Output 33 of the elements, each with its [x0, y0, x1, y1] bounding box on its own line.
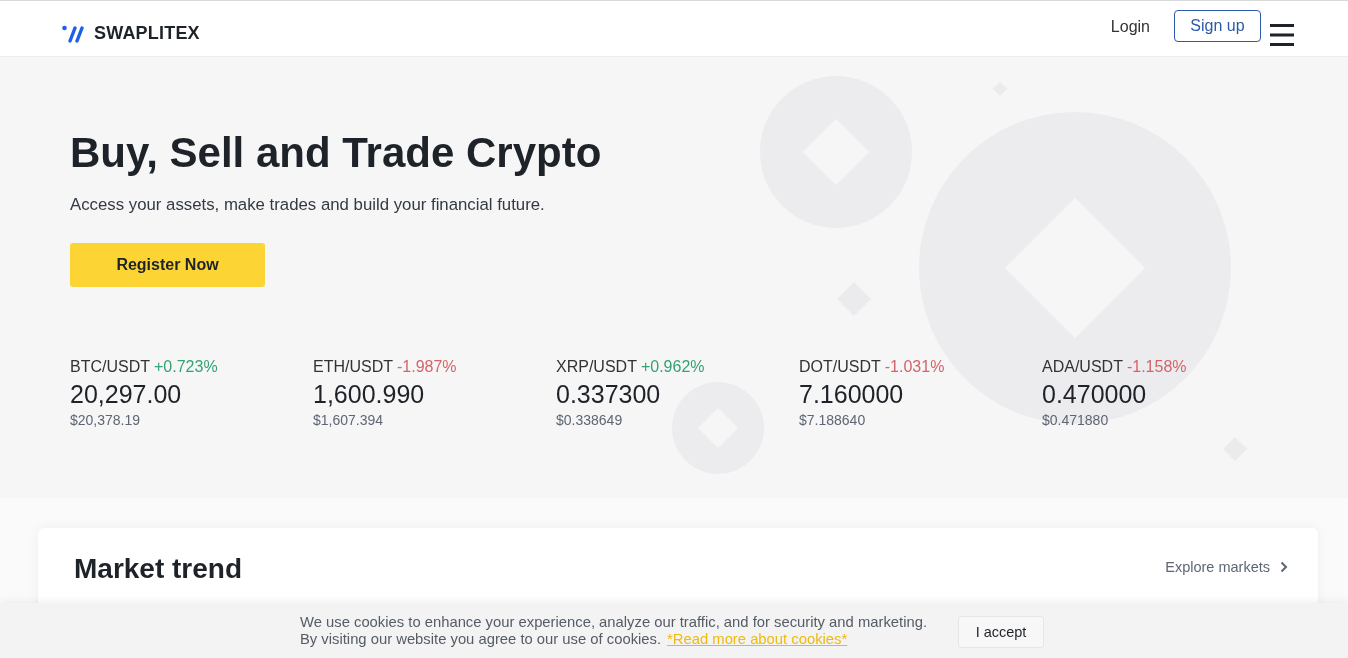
- price-change: +0.723%: [154, 357, 218, 377]
- pair-name: ADA/USDT: [1042, 357, 1123, 377]
- chevron-right-icon: [1280, 561, 1288, 573]
- accept-button[interactable]: I accept: [958, 615, 1044, 648]
- last-price: 20,297.00: [70, 379, 182, 409]
- hero-subtitle: Access your assets, make trades and build your financial future.: [70, 194, 545, 216]
- last-price: 0.337300: [556, 379, 661, 409]
- explore-markets-link[interactable]: Explore markets: [1165, 559, 1288, 575]
- pair-name: XRP/USDT: [556, 357, 637, 377]
- price-change: -1.031%: [884, 357, 945, 377]
- hero-title: Buy, Sell and Trade Crypto: [70, 129, 602, 177]
- login-link[interactable]: Login: [1110, 17, 1150, 36]
- price-change: -1.987%: [397, 357, 457, 377]
- price-change: +0.962%: [640, 357, 705, 377]
- usd-price: $0.338649: [556, 411, 623, 429]
- register-button[interactable]: Register Now: [70, 243, 265, 287]
- last-price: 1,600.990: [313, 379, 425, 409]
- section-title: Market trend: [74, 552, 243, 586]
- menu-icon[interactable]: [1270, 23, 1294, 46]
- usd-price: $7.188640: [799, 411, 866, 429]
- sign-up-button[interactable]: Sign up: [1174, 10, 1261, 42]
- usd-price: $20,378.19: [70, 411, 141, 429]
- pair-name: DOT/USDT: [799, 357, 881, 377]
- usd-price: $0.471880: [1042, 411, 1109, 429]
- last-price: 7.160000: [799, 379, 904, 409]
- cookie-notice: We use cookies to enhance your experience, analyze our traffic, and for security and marketing. By visiting our website you agree to our use of cookies. *Read more about cookies*: [300, 613, 927, 648]
- pair-name: BTC/USDT: [70, 357, 150, 377]
- usd-price: $1,607.394: [313, 411, 384, 429]
- price-change: -1.158%: [1126, 357, 1187, 377]
- pair-name: ETH/USDT: [313, 357, 393, 377]
- brand-name: SWAPLITEX: [94, 23, 200, 44]
- last-price: 0.470000: [1042, 379, 1147, 409]
- logo-icon: [62, 24, 86, 43]
